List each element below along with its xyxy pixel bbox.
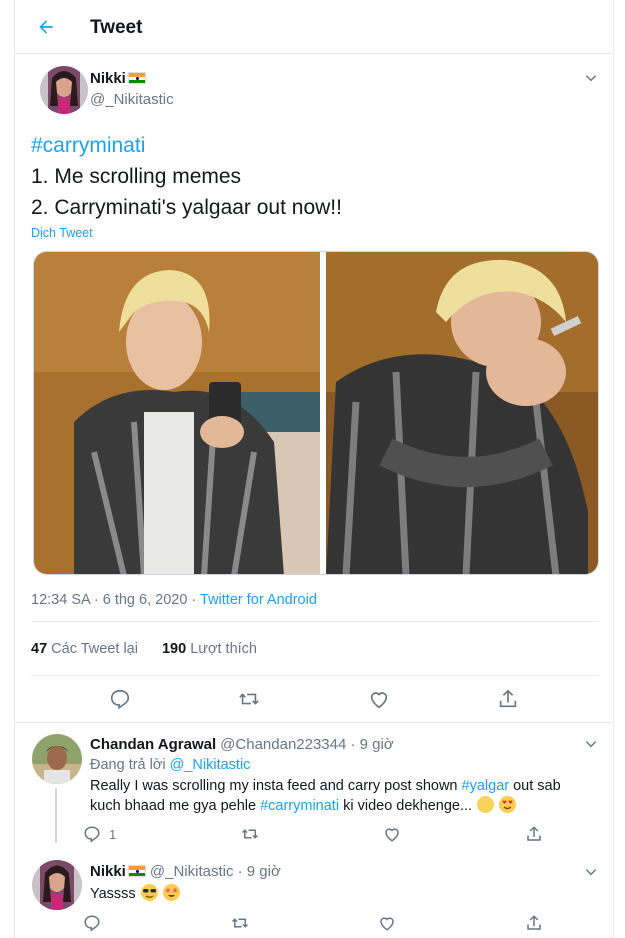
reply-button[interactable] (105, 684, 135, 714)
share-icon (500, 689, 517, 708)
reply-actions (83, 912, 543, 934)
avatar[interactable] (32, 734, 82, 784)
share-button[interactable] (525, 823, 543, 845)
back-button[interactable] (33, 14, 59, 40)
retweet-icon (241, 829, 258, 839)
tweet-line-2: 2. Carryminati's yalgaar out now!! (31, 196, 342, 219)
hashtag-link[interactable]: #carryminati (31, 134, 145, 157)
share-button[interactable] (525, 912, 543, 934)
reply-icon (110, 689, 129, 710)
dizzy-emoji-icon (477, 796, 495, 813)
tweet-line-1: 1. Me scrolling memes (31, 165, 242, 188)
india-flag-icon (127, 865, 146, 877)
sunglasses-emoji-icon (140, 884, 158, 901)
like-button[interactable] (378, 912, 396, 934)
reply-button[interactable]: 1 (83, 823, 116, 845)
retweet-button[interactable] (240, 823, 260, 845)
tweet-timestamp: 12:34 SA · 6 thg 6, 2020 · Twitter for A… (31, 592, 317, 608)
tweet-page: Tweet Nikki @_Nikitastic #carryminati 1.… (14, 0, 614, 938)
reply-author-name[interactable]: Nikki (90, 863, 126, 880)
source-link[interactable]: Twitter for Android (200, 592, 317, 608)
page-header: Tweet (15, 0, 613, 54)
reply-button[interactable] (83, 912, 101, 934)
author-name[interactable]: Nikki (90, 70, 126, 87)
hashtag-link[interactable]: #carryminati (260, 798, 339, 814)
retweets-stat[interactable]: 47 Các Tweet lại (31, 641, 138, 657)
author-name-row: Nikki (90, 70, 146, 88)
reply-author-name[interactable]: Chandan Agrawal (90, 736, 216, 753)
like-button[interactable] (383, 823, 401, 845)
retweet-button[interactable] (230, 912, 250, 934)
reply-header: Nikki @_Nikitastic · 9 giờ (90, 863, 281, 880)
meme-image-left[interactable] (34, 252, 320, 575)
retweet-icon (231, 918, 248, 928)
page-title: Tweet (90, 17, 143, 38)
meme-image-right[interactable] (326, 252, 598, 575)
divider (31, 621, 599, 622)
retweet-button[interactable] (234, 684, 264, 714)
retweet-icon (239, 693, 260, 705)
chevron-down-icon (585, 741, 597, 748)
tweet-menu-button[interactable] (581, 68, 601, 88)
reply-text: Really I was scrolling my insta feed and… (90, 778, 561, 814)
divider (31, 675, 599, 676)
reply-count: 1 (109, 826, 117, 842)
translate-link[interactable]: Dịch Tweet (31, 226, 93, 240)
reply-icon (84, 826, 100, 843)
heart-eyes-emoji-icon (499, 796, 517, 813)
timestamp-text: 12:34 SA · 6 thg 6, 2020 · (31, 592, 201, 608)
reply-header: Chandan Agrawal @Chandan223344 · 9 giờ (90, 736, 394, 753)
reply-icon (84, 915, 100, 932)
reply-menu-button[interactable] (581, 862, 601, 882)
arrow-left-icon (39, 20, 53, 34)
likes-stat[interactable]: 190 Lượt thích (162, 641, 257, 657)
chevron-down-icon (585, 869, 597, 876)
share-icon (527, 826, 541, 841)
reply-actions: 1 (83, 823, 543, 845)
reply-author-handle[interactable]: @Chandan223344 · 9 giờ (220, 736, 394, 753)
reply-menu-button[interactable] (581, 734, 601, 754)
tweet-media[interactable] (33, 251, 599, 575)
avatar[interactable] (32, 860, 82, 910)
replying-to: Đang trả lời @_Nikitastic (90, 757, 251, 773)
like-button[interactable] (364, 684, 394, 714)
share-icon (527, 915, 541, 930)
author-handle[interactable]: @_Nikitastic (90, 91, 174, 108)
tweet-stats: 47 Các Tweet lại 190 Lượt thích (31, 641, 277, 657)
heart-icon (370, 692, 387, 709)
divider (15, 722, 613, 723)
thread-line (55, 788, 57, 843)
share-button[interactable] (493, 684, 523, 714)
reply-text: Yassss (90, 884, 590, 904)
tweet-actions (15, 684, 613, 714)
mention-link[interactable]: @_Nikitastic (170, 757, 251, 773)
heart-icon (385, 828, 400, 842)
chevron-down-icon (585, 75, 597, 82)
star-struck-emoji-icon (162, 884, 180, 901)
tweet-text: #carryminati 1. Me scrolling memes 2. Ca… (31, 130, 342, 223)
india-flag-icon (127, 72, 146, 84)
hashtag-link[interactable]: #yalgar (462, 778, 510, 794)
heart-icon (380, 917, 395, 931)
reply-author-handle[interactable]: @_Nikitastic · 9 giờ (150, 863, 281, 880)
avatar[interactable] (40, 66, 88, 114)
